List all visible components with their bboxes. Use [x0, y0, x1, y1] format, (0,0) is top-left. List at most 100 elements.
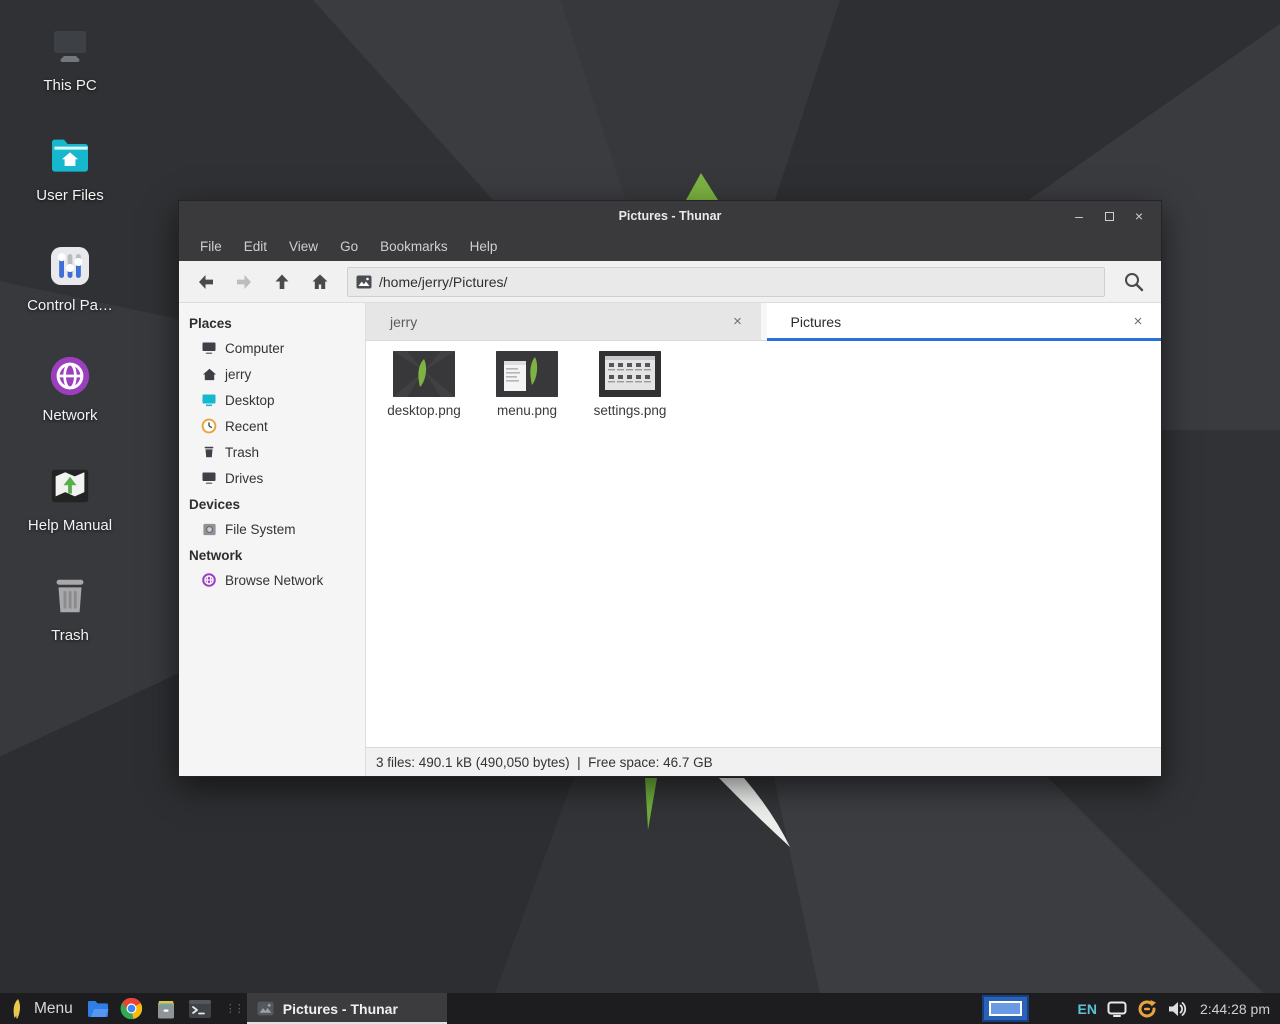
sidebar-header-places: Places [179, 310, 365, 335]
file-settings-png[interactable]: settings.png [584, 351, 676, 418]
forward-button[interactable] [227, 267, 261, 297]
maximize-button[interactable] [1101, 208, 1117, 224]
forward-icon [234, 272, 254, 292]
sidebar-item-label: Computer [225, 341, 284, 356]
sidebar-item-drives[interactable]: Drives [179, 465, 365, 491]
menu-help[interactable]: Help [459, 234, 509, 259]
terminal-launcher[interactable] [183, 993, 217, 1024]
taskbar-right: EN 2:4 [982, 993, 1280, 1024]
path-text[interactable]: /home/jerry/Pictures/ [379, 274, 507, 290]
trash-icon [46, 572, 94, 620]
menu-bookmarks[interactable]: Bookmarks [369, 234, 459, 259]
desktop-icon-network[interactable]: Network [10, 352, 130, 462]
file-name: settings.png [594, 403, 667, 418]
menu-screenshot-thumbnail [496, 351, 558, 397]
file-desktop-png[interactable]: desktop.png [378, 351, 470, 418]
menu-button-label[interactable]: Menu [34, 1000, 81, 1018]
desktop-icon-control-panel[interactable]: Control Pa… [10, 242, 130, 352]
menu-edit[interactable]: Edit [233, 234, 278, 259]
sidebar-item-jerry[interactable]: jerry [179, 361, 365, 387]
tab-pictures[interactable]: Pictures × [767, 303, 1162, 340]
tab-label[interactable]: jerry [390, 314, 729, 330]
window-titlebar[interactable]: Pictures - Thunar – × [179, 201, 1161, 231]
control-panel-icon [46, 242, 94, 290]
menu-file[interactable]: File [189, 234, 233, 259]
menu-go[interactable]: Go [329, 234, 369, 259]
sidebar-item-recent[interactable]: Recent [179, 413, 365, 439]
volume-icon[interactable] [1167, 1000, 1187, 1018]
desktop: This PC User Files [0, 0, 1280, 1024]
linux-lite-logo-icon [8, 997, 26, 1021]
thunar-window: Pictures - Thunar – × File Edit View Go … [178, 200, 1162, 777]
sidebar-header-devices: Devices [179, 491, 365, 516]
taskbar-left: Menu [0, 993, 447, 1024]
panel-drag-handle[interactable]: ⋮⋮ [217, 1004, 247, 1014]
sidebar-item-computer[interactable]: Computer [179, 335, 365, 361]
chrome-icon [120, 997, 143, 1020]
sidebar-header-network: Network [179, 542, 365, 567]
desktop-screenshot-thumbnail [393, 351, 455, 397]
file-menu-png[interactable]: menu.png [481, 351, 573, 418]
file-manager-launcher[interactable] [81, 993, 115, 1024]
up-button[interactable] [265, 267, 299, 297]
sidebar-item-file-system[interactable]: File System [179, 516, 365, 542]
tab-label[interactable]: Pictures [791, 314, 1130, 330]
active-workspace [989, 1001, 1022, 1016]
settings-screenshot-thumbnail [599, 351, 661, 397]
desktop-icon-label: Help Manual [28, 517, 112, 534]
tab-jerry[interactable]: jerry × [366, 303, 767, 340]
menu-bar: File Edit View Go Bookmarks Help [179, 231, 1161, 261]
tab-close-icon[interactable]: × [729, 313, 747, 331]
maximize-icon [1105, 212, 1114, 221]
desktop-icon-label: Trash [51, 627, 89, 644]
tab-close-icon[interactable]: × [1129, 313, 1147, 331]
keyboard-layout-indicator[interactable]: EN [1077, 1001, 1096, 1017]
drives-icon [201, 470, 217, 486]
taskbar-window-button[interactable]: Pictures - Thunar [247, 993, 447, 1024]
window-controls: – × [1071, 208, 1161, 224]
sidebar-item-label: Drives [225, 471, 263, 486]
home-folder-icon [46, 132, 94, 180]
back-icon [196, 272, 216, 292]
display-tray-icon[interactable] [1107, 1001, 1127, 1017]
desktop-icon-user-files[interactable]: User Files [10, 132, 130, 242]
taskbar-clock[interactable]: 2:44:28 pm [1200, 1001, 1270, 1017]
status-bar: 3 files: 490.1 kB (490,050 bytes) | Free… [366, 747, 1161, 776]
toolbar: /home/jerry/Pictures/ [179, 261, 1161, 303]
home-button[interactable] [303, 267, 337, 297]
chrome-launcher[interactable] [115, 993, 149, 1024]
sidebar-item-trash[interactable]: Trash [179, 439, 365, 465]
desktop-icon-trash[interactable]: Trash [10, 572, 130, 682]
back-button[interactable] [189, 267, 223, 297]
close-button[interactable]: × [1131, 208, 1147, 224]
sidebar-item-label: jerry [225, 367, 251, 382]
desktop-icon-label: Network [42, 407, 97, 424]
archive-manager-launcher[interactable] [149, 993, 183, 1024]
computer-icon [46, 22, 94, 70]
update-manager-icon[interactable] [1136, 998, 1158, 1020]
distro-menu-button[interactable] [0, 993, 34, 1024]
home-icon [310, 272, 330, 292]
search-button[interactable] [1117, 267, 1151, 297]
workspace-switcher[interactable] [982, 995, 1029, 1022]
desktop-icon-help-manual[interactable]: Help Manual [10, 462, 130, 572]
search-icon [1123, 271, 1145, 293]
taskbar: Menu [0, 993, 1280, 1024]
desktop-icon-label: Control Pa… [27, 297, 113, 314]
desktop-icon-list: This PC User Files [10, 22, 130, 682]
terminal-icon [188, 999, 212, 1019]
sidebar: Places Computer [179, 303, 366, 776]
taskbar-window-label: Pictures - Thunar [283, 1001, 398, 1017]
minimize-button[interactable]: – [1071, 208, 1087, 224]
file-name: desktop.png [387, 403, 461, 418]
sidebar-item-desktop[interactable]: Desktop [179, 387, 365, 413]
menu-view[interactable]: View [278, 234, 329, 259]
file-name: menu.png [497, 403, 557, 418]
sidebar-item-browse-network[interactable]: Browse Network [179, 567, 365, 593]
path-bar[interactable]: /home/jerry/Pictures/ [347, 267, 1105, 297]
sidebar-item-label: Desktop [225, 393, 275, 408]
file-system-drive-icon [201, 521, 217, 537]
recent-clock-icon [201, 418, 217, 434]
desktop-icon-this-pc[interactable]: This PC [10, 22, 130, 132]
status-text: 3 files: 490.1 kB (490,050 bytes) | Free… [376, 755, 713, 770]
